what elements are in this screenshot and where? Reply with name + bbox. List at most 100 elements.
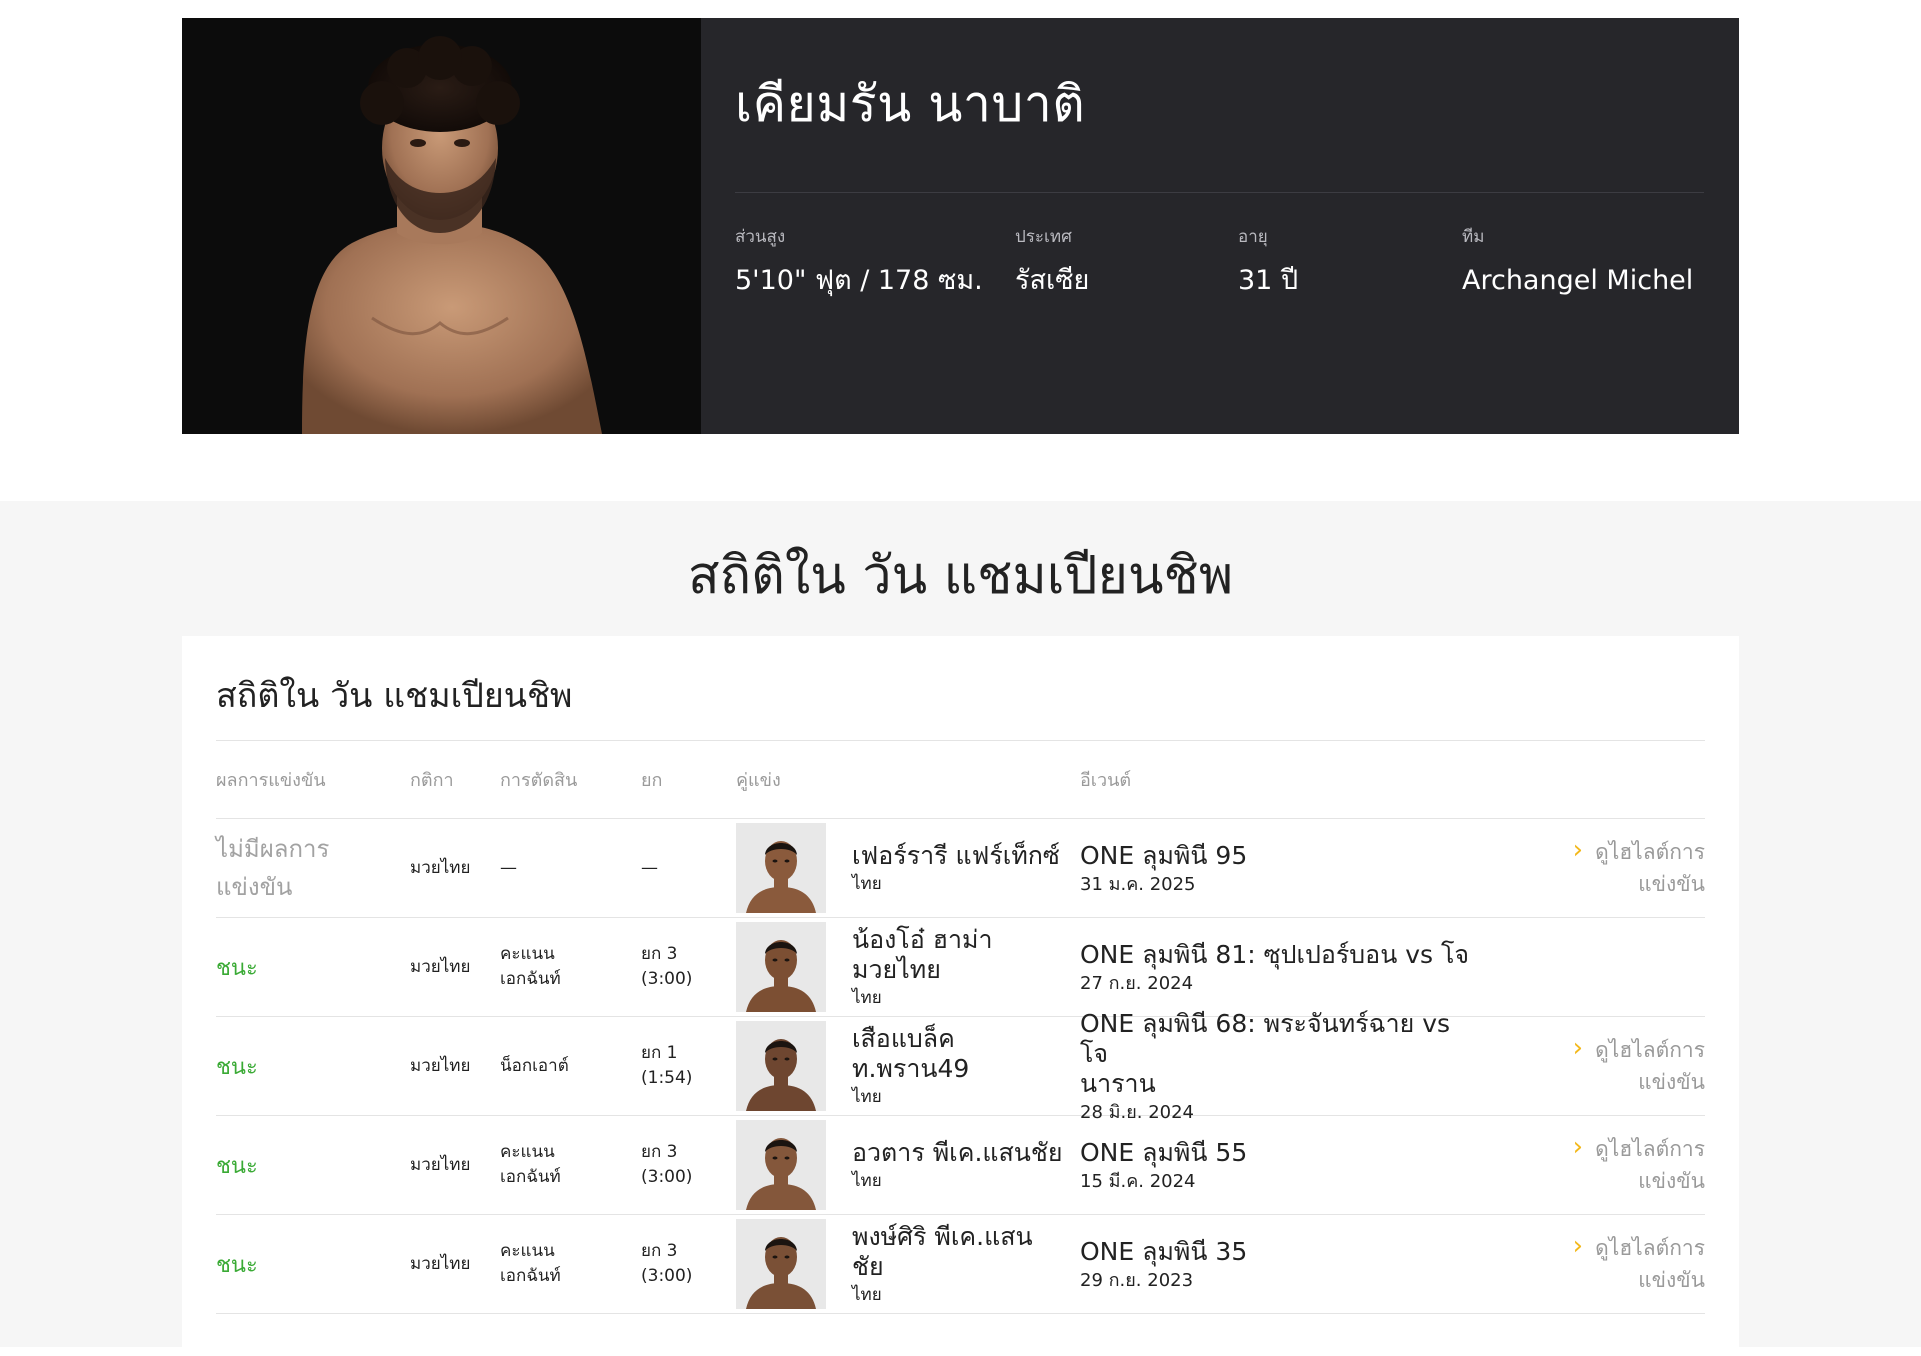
event-name-link[interactable]: ONE ลุมพินี 68: พระจันทร์ฉาย vs โจ นาราน: [1080, 1009, 1480, 1099]
opponent-avatar[interactable]: [736, 1021, 826, 1111]
opponent-cell: เฟอร์รารี แฟร์เท็กซ์ ไทย: [852, 841, 1080, 895]
opponent-name-link[interactable]: พงษ์ศิริ พีเค.แสน ชัย: [852, 1222, 1080, 1282]
header-method: การตัดสิน: [500, 770, 578, 791]
opponent-avatar[interactable]: [736, 1219, 826, 1309]
event-cell: ONE ลุมพินี 55 15 มี.ค. 2024: [1080, 1138, 1480, 1193]
watch-highlight-link[interactable]: › ดูไฮไลต์การ แข่งขัน: [1573, 1232, 1705, 1296]
table-row: ไม่มีผลการ แข่งขัน มวยไทย — — เฟอร์รารี แฟร์เ…: [216, 819, 1705, 918]
chevron-right-icon: ›: [1572, 1132, 1583, 1162]
event-date: 31 ม.ค. 2025: [1080, 873, 1196, 895]
opponent-cell: เสือแบล็ค ท.พราน49 ไทย: [852, 1024, 1080, 1108]
event-name: นาราน: [1080, 1068, 1156, 1098]
stat-team: ทีม Archangel Michel: [1462, 225, 1693, 299]
opponent-thumb-cell: [736, 1120, 852, 1210]
stat-value: รัสเซีย: [1015, 265, 1090, 296]
opponent-country: ไทย: [852, 1087, 882, 1107]
highlight-cell: › ดูไฮไลต์การ แข่งขัน: [1480, 1133, 1705, 1197]
event-name-link[interactable]: ONE ลุมพินี 35: [1080, 1237, 1480, 1267]
hero-divider: [735, 192, 1704, 193]
highlight-label: ดูไฮไลต์การ แข่งขัน: [1593, 1034, 1705, 1098]
opponent-cell: น้องโอ๋ ฮาม่า มวยไทย ไทย: [852, 925, 1080, 1009]
opponent-name: เสือแบล็ค: [852, 1024, 955, 1053]
method-line: เอกฉันท์: [500, 1167, 561, 1187]
opponent-name-link[interactable]: อวตาร พีเค.แสนชัย: [852, 1138, 1080, 1168]
record-card: สถิติใน วัน แชมเปียนชิพ ผลการแข่งขัน กติ…: [182, 636, 1739, 1356]
highlight-line: แข่งขัน: [1638, 872, 1705, 896]
event-name-link[interactable]: ONE ลุมพินี 55: [1080, 1138, 1480, 1168]
round-line: ยก 3: [641, 1241, 678, 1261]
highlight-line: ดูไฮไลต์การ: [1595, 840, 1705, 864]
table-body: ไม่มีผลการ แข่งขัน มวยไทย — — เฟอร์รารี แฟร์เ…: [216, 819, 1705, 1314]
method-line: เอกฉันท์: [500, 1266, 561, 1286]
event-date: 15 มี.ค. 2024: [1080, 1170, 1196, 1192]
highlight-line: แข่งขัน: [1638, 1268, 1705, 1292]
opponent-portrait: [736, 1219, 826, 1309]
event-name: ONE ลุมพินี 35: [1080, 1236, 1248, 1266]
method-line: เอกฉันท์: [500, 969, 561, 989]
opponent-name: อวตาร พีเค.แสนชัย: [852, 1138, 1063, 1167]
opponent-avatar[interactable]: [736, 922, 826, 1012]
stat-country: ประเทศ รัสเซีย: [1015, 225, 1238, 299]
opponent-name-link[interactable]: เฟอร์รารี แฟร์เท็กซ์: [852, 841, 1080, 871]
opponent-thumb-cell: [736, 823, 852, 913]
watch-highlight-link[interactable]: › ดูไฮไลต์การ แข่งขัน: [1573, 1034, 1705, 1098]
opponent-avatar[interactable]: [736, 1120, 826, 1210]
result-cell: ชนะ: [216, 1148, 410, 1183]
round-line: (3:00): [641, 1167, 693, 1187]
athlete-stats: ส่วนสูง 5'10" ฟุต / 178 ซม. ประเทศ รัสเซ…: [735, 225, 1704, 299]
result-label: ชนะ: [216, 955, 258, 981]
event-name: ONE ลุมพินี 68: พระจันทร์ฉาย vs โจ: [1080, 1008, 1451, 1068]
watch-highlight-link[interactable]: › ดูไฮไลต์การ แข่งขัน: [1573, 1133, 1705, 1197]
highlight-line: แข่งขัน: [1638, 1169, 1705, 1193]
highlight-line: ดูไฮไลต์การ: [1595, 1236, 1705, 1260]
result-label: ชนะ: [216, 1054, 258, 1080]
round-cell: ยก 1 (1:54): [641, 1041, 736, 1091]
event-cell: ONE ลุมพินี 81: ซุปเปอร์บอน vs โจ 27 ก.ย.…: [1080, 940, 1480, 995]
method-cell: —: [500, 856, 641, 881]
highlight-cell: › ดูไฮไลต์การ แข่งขัน: [1480, 1232, 1705, 1296]
table-row: ชนะ มวยไทย น็อกเอาต์ ยก 1 (1:54) เสือแบล็ค ท.พ…: [216, 1009, 1705, 1123]
opponent-portrait: [736, 922, 826, 1012]
event-name-link[interactable]: ONE ลุมพินี 81: ซุปเปอร์บอน vs โจ: [1080, 940, 1480, 970]
rules-cell: มวยไทย: [410, 1055, 471, 1076]
rules-cell: มวยไทย: [410, 1154, 471, 1175]
watch-highlight-link[interactable]: › ดูไฮไลต์การ แข่งขัน: [1573, 836, 1705, 900]
table-row: ชนะ มวยไทย คะแนน เอกฉันท์ ยก 3 (3:00) พงษ์ศิริ…: [216, 1215, 1705, 1314]
round-line: ยก 3: [641, 1142, 678, 1162]
method-cell: คะแนนเอกฉันท์: [500, 942, 641, 992]
method-cell: คะแนน เอกฉันท์: [500, 1239, 641, 1289]
stat-value: Archangel Michel: [1462, 265, 1694, 296]
round-line: —: [641, 857, 658, 878]
event-date: 27 ก.ย. 2024: [1080, 972, 1194, 994]
result-label: ไม่มีผลการ: [216, 835, 330, 863]
method-line: คะแนน: [500, 944, 555, 964]
opponent-name-link[interactable]: เสือแบล็ค ท.พราน49: [852, 1024, 1080, 1084]
highlight-line: ดูไฮไลต์การ: [1595, 1038, 1705, 1062]
opponent-name-link[interactable]: น้องโอ๋ ฮาม่า มวยไทย: [852, 925, 1080, 985]
round-cell: ยก 3 (3:00): [641, 1140, 736, 1190]
highlight-label: ดูไฮไลต์การแข่งขัน: [1593, 1232, 1705, 1296]
event-date: 29 ก.ย. 2023: [1080, 1269, 1194, 1291]
event-cell: ONE ลุมพินี 95 31 ม.ค. 2025: [1080, 841, 1480, 896]
header-event: อีเวนต์: [1080, 770, 1132, 791]
rules-cell: มวยไทย: [410, 956, 471, 977]
round-line: (1:54): [641, 1068, 693, 1088]
stat-height: ส่วนสูง 5'10" ฟุต / 178 ซม.: [735, 225, 1015, 299]
stat-value: 31 ปี: [1238, 265, 1299, 296]
event-name: ONE ลุมพินี 95: [1080, 840, 1248, 870]
opponent-avatar[interactable]: [736, 823, 826, 913]
event-name: ONE ลุมพินี 81: ซุปเปอร์บอน vs โจ: [1080, 939, 1470, 969]
stat-age: อายุ 31 ปี: [1238, 225, 1462, 299]
highlight-label: ดูไฮไลต์การแข่งขัน: [1593, 836, 1705, 900]
opponent-name: ท.พราน49: [852, 1054, 970, 1083]
opponent-thumb-cell: [736, 922, 852, 1012]
result-cell: ไม่มีผลการ แข่งขัน: [216, 830, 410, 906]
table-row: ชนะ มวยไทย คะแนน เอกฉันท์ ยก 3 (3:00) น้องโอ๋ …: [216, 918, 1705, 1017]
opponent-thumb-cell: [736, 1021, 852, 1111]
opponent-name: น้องโอ๋ ฮาม่า: [852, 925, 993, 954]
rules-cell: มวยไทย: [410, 857, 471, 878]
card-title: สถิติใน วัน แชมเปียนชิพ: [216, 676, 573, 716]
method-line: คะแนน: [500, 1142, 555, 1162]
round-cell: —: [641, 856, 736, 881]
event-name-link[interactable]: ONE ลุมพินี 95: [1080, 841, 1480, 871]
